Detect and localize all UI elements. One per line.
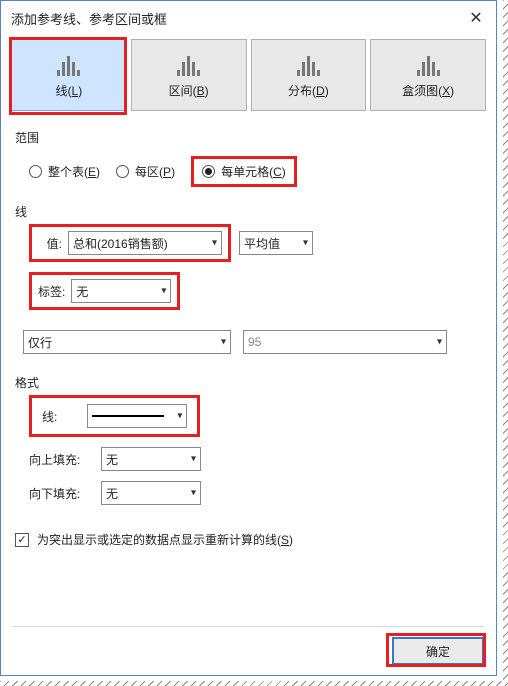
label-field-label: 标签: [38, 283, 65, 300]
line-preview-icon [92, 415, 164, 417]
line-style-select[interactable]: ▾ [87, 404, 187, 428]
fill-above-label: 向上填充: [29, 451, 93, 468]
tab-boxplot[interactable]: 盒须图(X) [370, 39, 486, 111]
radio-per-cell-label: 每单元格(C) [221, 163, 286, 180]
row-only-select[interactable]: 仅行▾ [23, 330, 231, 354]
tab-band[interactable]: 区间(B) [131, 39, 247, 111]
chevron-down-icon: ▾ [303, 238, 308, 249]
scope-section-label: 范围 [15, 129, 482, 146]
radio-per-pane-label: 每区(P) [135, 163, 175, 180]
tab-distribution-label: 分布(D) [288, 82, 329, 99]
value-select[interactable]: 总和(2016销售额)▾ [68, 231, 222, 255]
dialog-window: 添加参考线、参考区间或框 ✕ 线(L) 区间(B) 分布(D) 盒须图(X) [0, 0, 497, 676]
chart-dist-icon [288, 52, 328, 76]
button-bar: 确定 [12, 626, 484, 665]
value-label: 值: [38, 235, 62, 252]
format-section-label: 格式 [15, 374, 482, 391]
highlight-line-style: 线: ▾ [29, 395, 200, 437]
jagged-edge-bottom [0, 681, 508, 686]
tab-distribution[interactable]: 分布(D) [251, 39, 367, 111]
line-style-label: 线: [42, 408, 57, 425]
chart-line-icon [49, 52, 89, 76]
fill-below-label: 向下填充: [29, 485, 93, 502]
label-select[interactable]: 无▾ [71, 279, 171, 303]
line-section-label: 线 [15, 203, 482, 220]
radio-per-cell[interactable] [202, 165, 215, 178]
fill-below-select[interactable]: 无▾ [101, 481, 201, 505]
dialog-title: 添加参考线、参考区间或框 [11, 9, 167, 28]
highlight-value-row: 值: 总和(2016销售额)▾ [29, 224, 231, 262]
tab-band-label: 区间(B) [169, 82, 209, 99]
radio-entire-table[interactable] [29, 165, 42, 178]
tab-line-label: 线(L) [56, 82, 83, 99]
chevron-down-icon: ▾ [212, 238, 217, 249]
recalc-checkbox-label: 为突出显示或选定的数据点显示重新计算的线(S) [37, 531, 293, 548]
chevron-down-icon: ▾ [191, 488, 196, 499]
radio-entire-table-label: 整个表(E) [48, 163, 100, 180]
tab-boxplot-label: 盒须图(X) [402, 82, 454, 99]
aggregation-select[interactable]: 平均值▾ [239, 231, 313, 255]
radio-per-pane[interactable] [116, 165, 129, 178]
title-bar: 添加参考线、参考区间或框 ✕ [1, 1, 496, 35]
scope-radio-group: 整个表(E) 每区(P) 每单元格(C) [15, 150, 482, 193]
number-select[interactable]: 95▾ [243, 330, 447, 354]
chevron-down-icon: ▾ [161, 286, 166, 297]
ok-button[interactable]: 确定 [392, 637, 484, 665]
jagged-edge-right [503, 0, 508, 686]
highlight-per-cell: 每单元格(C) [191, 156, 297, 187]
tab-row: 线(L) 区间(B) 分布(D) 盒须图(X) [1, 35, 496, 111]
chevron-down-icon: ▾ [177, 411, 182, 422]
tab-line[interactable]: 线(L) [11, 39, 127, 111]
chevron-down-icon: ▾ [437, 337, 442, 348]
fill-above-select[interactable]: 无▾ [101, 447, 201, 471]
chevron-down-icon: ▾ [191, 454, 196, 465]
dialog-content: 范围 整个表(E) 每区(P) 每单元格(C) 线 值: 总和(2016销售额)… [1, 111, 496, 548]
chevron-down-icon: ▾ [221, 337, 226, 348]
recalc-checkbox[interactable] [15, 533, 29, 547]
chart-band-icon [169, 52, 209, 76]
close-icon[interactable]: ✕ [464, 8, 488, 28]
chart-boxplot-icon [408, 52, 448, 76]
highlight-label-row: 标签: 无▾ [29, 272, 180, 310]
